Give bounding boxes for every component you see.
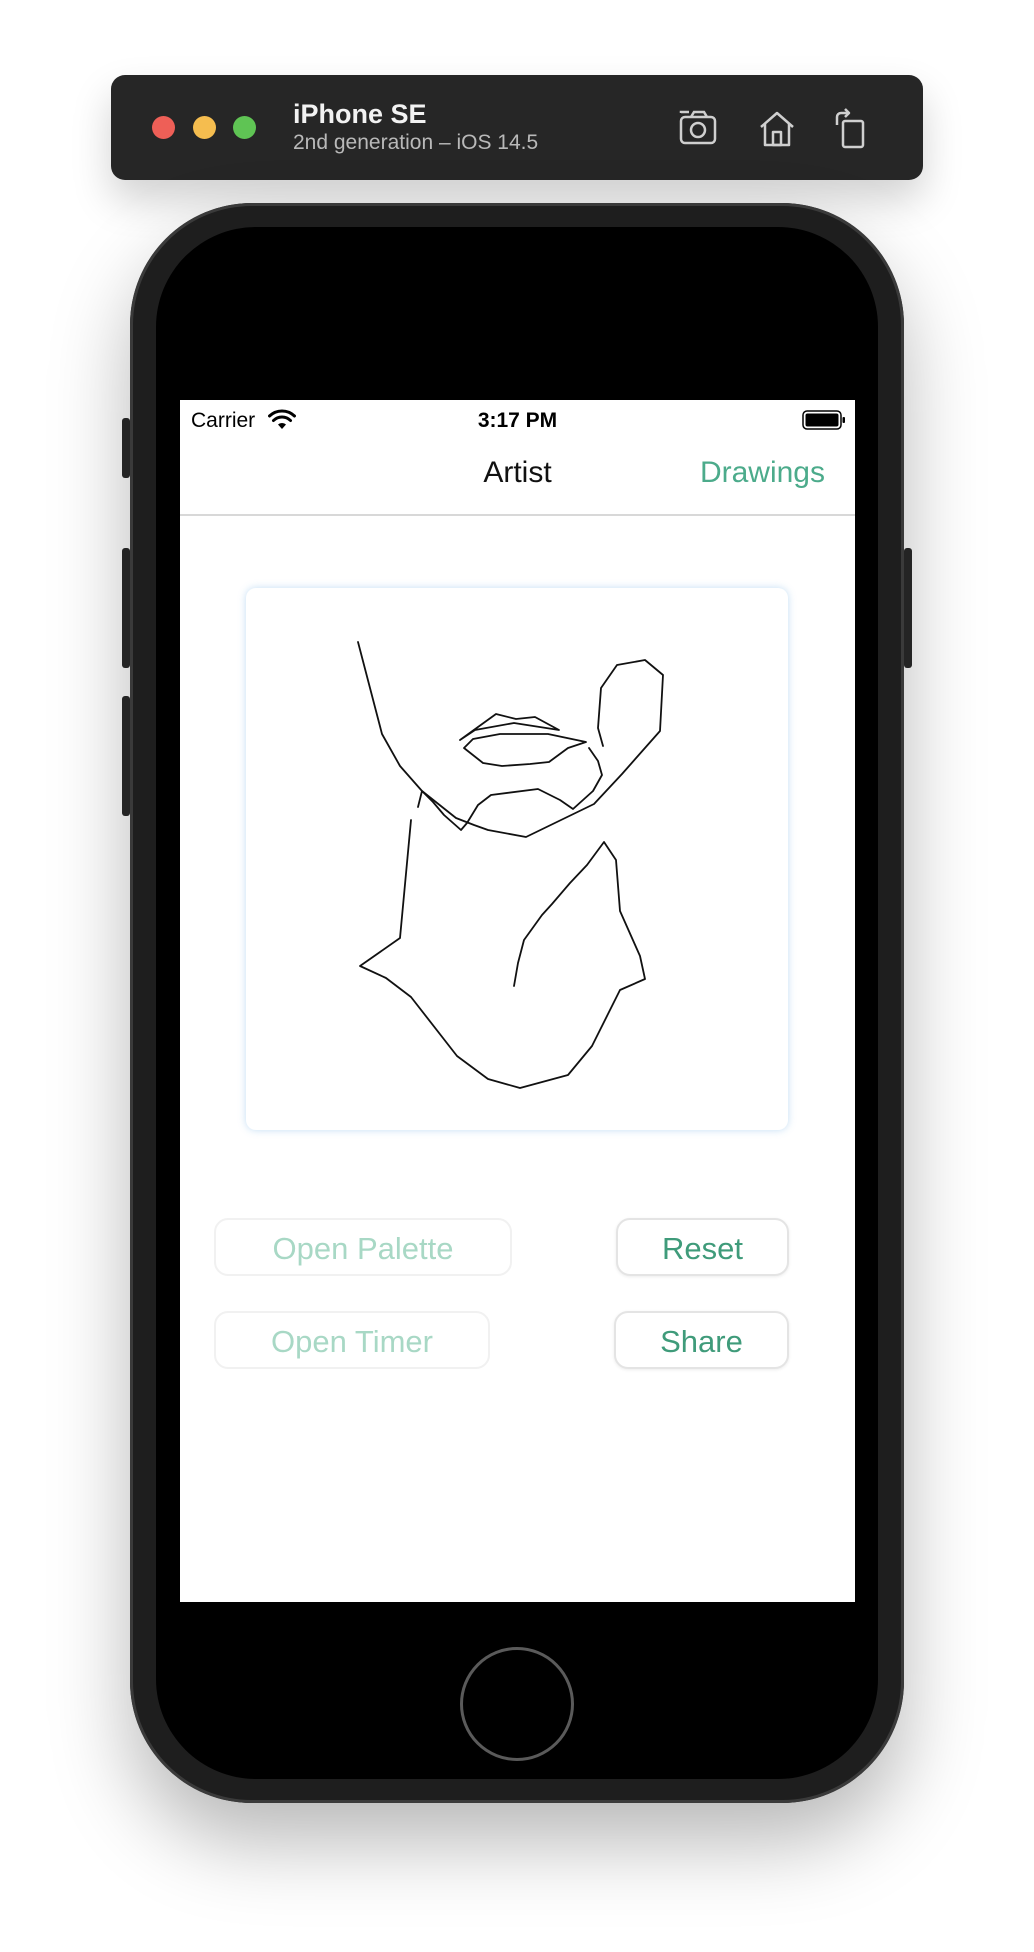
drawing-stroke [357, 641, 664, 838]
device-subtitle: 2nd generation – iOS 14.5 [293, 131, 539, 154]
home-button[interactable] [460, 1647, 574, 1761]
screenshot-icon[interactable] [677, 107, 721, 151]
minimize-window-button[interactable] [193, 116, 216, 139]
home-icon[interactable] [755, 107, 799, 151]
status-time: 3:17 PM [477, 409, 558, 432]
app-screen: Carrier 3:17 PM Artist Drawings Open Pal… [180, 400, 855, 1602]
volume-up-button [122, 548, 130, 668]
reset-button[interactable]: Reset [616, 1218, 789, 1276]
device-name: iPhone SE [293, 99, 427, 129]
open-palette-button[interactable]: Open Palette [214, 1218, 512, 1276]
mute-switch [122, 418, 130, 478]
battery-icon [802, 410, 846, 430]
drawings-button[interactable]: Drawings [700, 456, 825, 490]
drawing-stroke [359, 819, 646, 1089]
close-window-button[interactable] [152, 116, 175, 139]
drawing-stroke [417, 747, 603, 831]
power-button [904, 548, 912, 668]
zoom-window-button[interactable] [233, 116, 256, 139]
drawing-stroke [459, 713, 560, 741]
rotate-icon[interactable] [829, 107, 873, 151]
navigation-bar: Artist Drawings [180, 440, 855, 516]
drawing-stroke [463, 733, 587, 767]
share-button[interactable]: Share [614, 1311, 789, 1369]
volume-down-button [122, 696, 130, 816]
status-bar: Carrier 3:17 PM [180, 400, 855, 440]
open-timer-button[interactable]: Open Timer [214, 1311, 490, 1369]
simulator-title-bar: iPhone SE 2nd generation – iOS 14.5 [111, 75, 923, 180]
drawing-canvas[interactable] [246, 588, 788, 1130]
